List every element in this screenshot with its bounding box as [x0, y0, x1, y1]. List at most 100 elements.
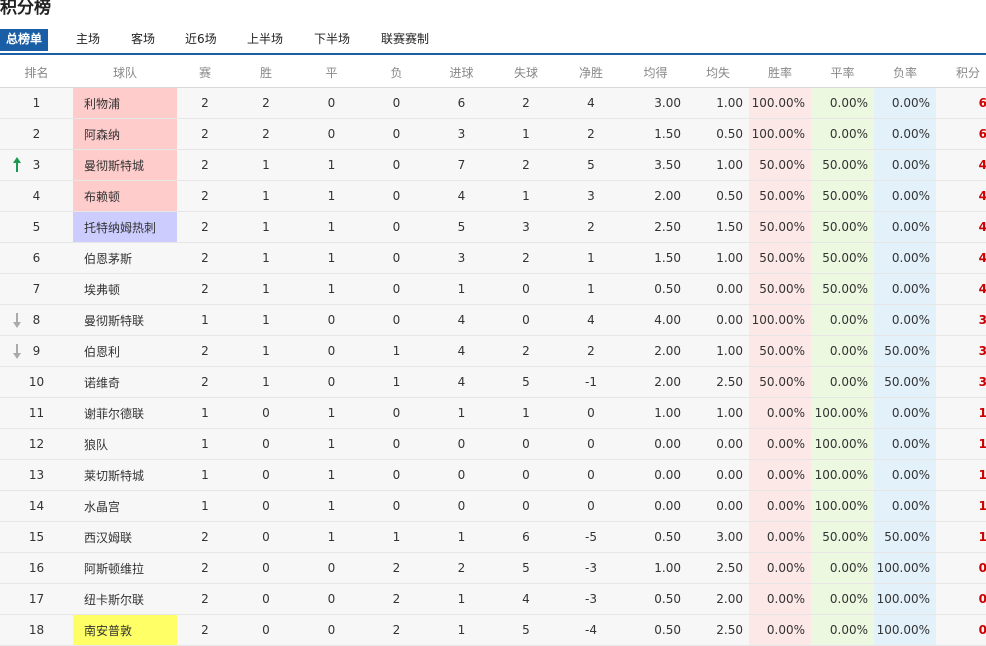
- lost-cell: 0: [364, 304, 429, 336]
- team-name[interactable]: 布赖顿: [73, 180, 177, 212]
- avg-for-cell: 1.50: [624, 242, 687, 274]
- points-cell: 4: [936, 211, 986, 243]
- goals-against-cell: 1: [494, 118, 558, 150]
- goal-diff-cell: 3: [558, 180, 624, 212]
- lost-cell: 1: [364, 335, 429, 367]
- team-name[interactable]: 托特纳姆热刺: [73, 211, 177, 243]
- win-rate-cell: 50.00%: [749, 335, 811, 367]
- rank-cell: 6: [0, 242, 73, 274]
- tab-last-6[interactable]: 近6场: [185, 28, 217, 52]
- goals-for-cell: 1: [429, 273, 494, 305]
- avg-for-cell: 2.50: [624, 211, 687, 243]
- team-name[interactable]: 阿斯顿维拉: [73, 552, 177, 584]
- goals-against-cell: 3: [494, 211, 558, 243]
- team-name[interactable]: 纽卡斯尔联: [73, 583, 177, 615]
- tab-overall[interactable]: 总榜单: [0, 29, 49, 51]
- loss-rate-cell: 0.00%: [874, 428, 936, 460]
- loss-rate-cell: 0.00%: [874, 459, 936, 491]
- played-cell: 2: [177, 242, 233, 274]
- col-header-rank: 排名: [0, 57, 73, 88]
- drawn-cell: 0: [299, 614, 364, 646]
- team-name[interactable]: 南安普敦: [73, 614, 177, 646]
- won-cell: 1: [233, 149, 299, 181]
- goals-against-cell: 1: [494, 397, 558, 429]
- rank-number: 13: [28, 468, 45, 482]
- tab-league-format[interactable]: 联赛赛制: [381, 28, 429, 52]
- tab-home[interactable]: 主场: [76, 28, 100, 52]
- goals-for-cell: 4: [429, 180, 494, 212]
- win-rate-cell: 50.00%: [749, 273, 811, 305]
- tab-second-half[interactable]: 下半场: [314, 28, 350, 52]
- team-name[interactable]: 水晶宫: [73, 490, 177, 522]
- avg-against-cell: 0.00: [687, 428, 749, 460]
- goal-diff-cell: 2: [558, 118, 624, 150]
- team-name[interactable]: 阿森纳: [73, 118, 177, 150]
- goals-against-cell: 2: [494, 242, 558, 274]
- lost-cell: 0: [364, 180, 429, 212]
- tab-first-half[interactable]: 上半场: [247, 28, 283, 52]
- goals-for-cell: 3: [429, 118, 494, 150]
- standings-table: 排名 球队 赛 胜 平 负 进球 失球 净胜 均得 均失 胜率 平率 负率 积分…: [0, 57, 986, 646]
- team-name[interactable]: 诺维奇: [73, 366, 177, 398]
- draw-rate-cell: 50.00%: [811, 521, 874, 553]
- rank-number: 7: [32, 282, 41, 296]
- team-name[interactable]: 莱切斯特城: [73, 459, 177, 491]
- lost-cell: 1: [364, 521, 429, 553]
- won-cell: 1: [233, 211, 299, 243]
- win-rate-cell: 50.00%: [749, 211, 811, 243]
- col-header-win-rate: 胜率: [749, 57, 811, 88]
- goals-against-cell: 6: [494, 521, 558, 553]
- points-cell: 4: [936, 273, 986, 305]
- team-name[interactable]: 谢菲尔德联: [73, 397, 177, 429]
- team-name[interactable]: 埃弗顿: [73, 273, 177, 305]
- avg-against-cell: 0.50: [687, 118, 749, 150]
- win-rate-cell: 0.00%: [749, 521, 811, 553]
- played-cell: 2: [177, 118, 233, 150]
- col-header-team: 球队: [73, 57, 177, 88]
- rank-cell: 7: [0, 273, 73, 305]
- col-header-goal-diff: 净胜: [558, 57, 624, 88]
- rank-number: 11: [28, 406, 45, 420]
- col-header-loss-rate: 负率: [874, 57, 936, 88]
- lost-cell: 0: [364, 397, 429, 429]
- rank-cell: 18: [0, 614, 73, 646]
- loss-rate-cell: 50.00%: [874, 335, 936, 367]
- col-header-goals-for: 进球: [429, 57, 494, 88]
- win-rate-cell: 50.00%: [749, 242, 811, 274]
- goals-for-cell: 4: [429, 304, 494, 336]
- drawn-cell: 0: [299, 335, 364, 367]
- team-name[interactable]: 狼队: [73, 428, 177, 460]
- goal-diff-cell: 1: [558, 273, 624, 305]
- avg-against-cell: 0.00: [687, 490, 749, 522]
- rank-number: 15: [28, 530, 45, 544]
- team-name[interactable]: 利物浦: [73, 87, 177, 119]
- won-cell: 0: [233, 521, 299, 553]
- goals-against-cell: 1: [494, 180, 558, 212]
- win-rate-cell: 100.00%: [749, 87, 811, 119]
- loss-rate-cell: 50.00%: [874, 521, 936, 553]
- loss-rate-cell: 0.00%: [874, 180, 936, 212]
- drawn-cell: 0: [299, 304, 364, 336]
- team-name[interactable]: 伯恩茅斯: [73, 242, 177, 274]
- points-cell: 0: [936, 583, 986, 615]
- tab-away[interactable]: 客场: [131, 28, 155, 52]
- team-name[interactable]: 西汉姆联: [73, 521, 177, 553]
- avg-for-cell: 0.00: [624, 459, 687, 491]
- avg-against-cell: 1.00: [687, 242, 749, 274]
- team-name[interactable]: 伯恩利: [73, 335, 177, 367]
- goal-diff-cell: 0: [558, 428, 624, 460]
- win-rate-cell: 50.00%: [749, 366, 811, 398]
- avg-against-cell: 1.00: [687, 149, 749, 181]
- team-name[interactable]: 曼彻斯特城: [73, 149, 177, 181]
- draw-rate-cell: 50.00%: [811, 180, 874, 212]
- rank-cell: 12: [0, 428, 73, 460]
- team-name[interactable]: 曼彻斯特联: [73, 304, 177, 336]
- table-row: 5托特纳姆热刺21105322.501.5050.00%50.00%0.00%4: [0, 211, 986, 243]
- goal-diff-cell: 2: [558, 335, 624, 367]
- avg-for-cell: 0.50: [624, 583, 687, 615]
- avg-against-cell: 1.00: [687, 87, 749, 119]
- loss-rate-cell: 100.00%: [874, 614, 936, 646]
- goals-against-cell: 4: [494, 583, 558, 615]
- rank-number: 3: [32, 158, 41, 172]
- goals-against-cell: 0: [494, 304, 558, 336]
